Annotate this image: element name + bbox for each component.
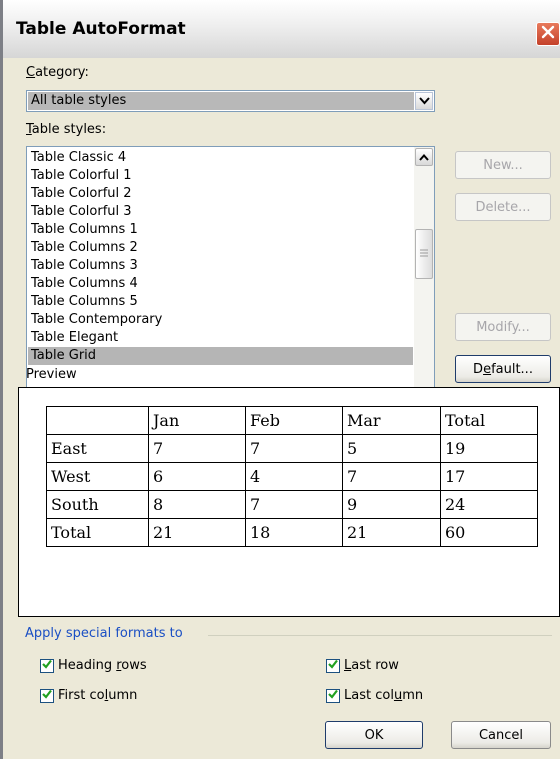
list-item[interactable]: Table Columns 5: [28, 293, 413, 311]
table-cell: 7: [148, 434, 246, 463]
dialog-title: Table AutoFormat: [16, 19, 186, 39]
category-label: Category:: [26, 65, 89, 80]
table-cell: 17: [440, 462, 538, 491]
checkbox-box[interactable]: [326, 688, 340, 704]
table-row: Total 21 18 21 60: [46, 518, 538, 547]
list-item[interactable]: Table Columns 1: [28, 221, 413, 239]
table-cell: 21: [342, 518, 441, 547]
table-cell: West: [46, 462, 149, 491]
preview-pane: Jan Feb Mar Total East 7 7 5 19 West 6 4…: [18, 387, 560, 617]
table-cell: 8: [148, 490, 246, 519]
table-row: Jan Feb Mar Total: [46, 406, 538, 435]
close-button[interactable]: [536, 22, 560, 46]
table-cell: South: [46, 490, 149, 519]
last-row-label: Last row: [344, 658, 399, 673]
table-cell: 60: [440, 518, 538, 547]
delete-button[interactable]: Delete...: [455, 193, 551, 221]
table-cell: Jan: [148, 406, 246, 435]
table-cell: 6: [148, 462, 246, 491]
category-selected-value: All table styles: [28, 92, 414, 110]
first-column-checkbox[interactable]: First column: [40, 688, 137, 703]
modify-button[interactable]: Modify...: [455, 313, 551, 341]
chevron-down-icon: [418, 94, 430, 109]
table-cell: 9: [342, 490, 441, 519]
checkmark-icon: [41, 658, 53, 674]
last-row-checkbox[interactable]: Last row: [326, 658, 399, 673]
default-button[interactable]: De fault...: [455, 355, 551, 383]
group-divider: [208, 635, 552, 636]
list-item[interactable]: Table Contemporary: [28, 311, 413, 329]
table-cell: 21: [148, 518, 246, 547]
category-select[interactable]: All table styles: [26, 90, 435, 112]
preview-label: Preview: [26, 367, 77, 382]
checkbox-box[interactable]: [40, 688, 54, 704]
table-cell: East: [46, 434, 149, 463]
table-cell: Mar: [342, 406, 441, 435]
list-item[interactable]: Table Columns 4: [28, 275, 413, 293]
checkmark-icon: [41, 688, 53, 704]
table-autoformat-dialog: Table AutoFormat Category: All table sty…: [0, 0, 560, 759]
table-row: West 6 4 7 17: [46, 462, 538, 491]
table-row: South 8 7 9 24: [46, 490, 538, 519]
table-cell: Total: [440, 406, 538, 435]
table-cell: 19: [440, 434, 538, 463]
last-column-checkbox[interactable]: Last column: [326, 688, 423, 703]
list-item-selected[interactable]: Table Grid: [28, 347, 413, 365]
table-cell: 7: [245, 490, 343, 519]
table-cell: 5: [342, 434, 441, 463]
table-row: East 7 7 5 19: [46, 434, 538, 463]
table-cell: 7: [245, 434, 343, 463]
checkmark-icon: [327, 658, 339, 674]
scroll-grip-icon: [420, 247, 428, 262]
new-button[interactable]: New...: [455, 151, 551, 179]
scroll-up-button[interactable]: [415, 148, 433, 166]
title-bar: Table AutoFormat: [3, 0, 560, 58]
close-icon: [540, 24, 556, 44]
heading-rows-checkbox[interactable]: Heading rows: [40, 658, 147, 673]
cancel-button[interactable]: Cancel: [451, 721, 551, 749]
checkbox-box[interactable]: [326, 658, 340, 674]
table-cell: Feb: [245, 406, 343, 435]
table-cell: [46, 406, 149, 435]
scroll-thumb[interactable]: [415, 229, 433, 279]
last-column-label: Last column: [344, 688, 424, 703]
table-cell: 7: [342, 462, 441, 491]
table-cell: 18: [245, 518, 343, 547]
scroll-up-icon: [419, 150, 429, 165]
ok-button[interactable]: OK: [325, 721, 423, 749]
table-cell: Total: [46, 518, 149, 547]
table-cell: 24: [440, 490, 538, 519]
first-column-label: First column: [58, 688, 138, 703]
list-item[interactable]: Table Columns 3: [28, 257, 413, 275]
list-item[interactable]: Table Colorful 2: [28, 185, 413, 203]
preview-table: Jan Feb Mar Total East 7 7 5 19 West 6 4…: [46, 406, 538, 547]
list-item[interactable]: Table Colorful 3: [28, 203, 413, 221]
list-item[interactable]: Table Columns 2: [28, 239, 413, 257]
list-item[interactable]: Table Classic 4: [28, 149, 413, 167]
list-item[interactable]: Table Elegant: [28, 329, 413, 347]
table-styles-label: Table styles:: [26, 122, 107, 137]
heading-rows-label: Heading rows: [58, 658, 147, 673]
category-dropdown-button[interactable]: [415, 92, 433, 110]
checkmark-icon: [327, 688, 339, 704]
table-cell: 4: [245, 462, 343, 491]
list-item[interactable]: Table Colorful 1: [28, 167, 413, 185]
checkbox-box[interactable]: [40, 658, 54, 674]
special-formats-group-title: Apply special formats to: [25, 626, 183, 641]
